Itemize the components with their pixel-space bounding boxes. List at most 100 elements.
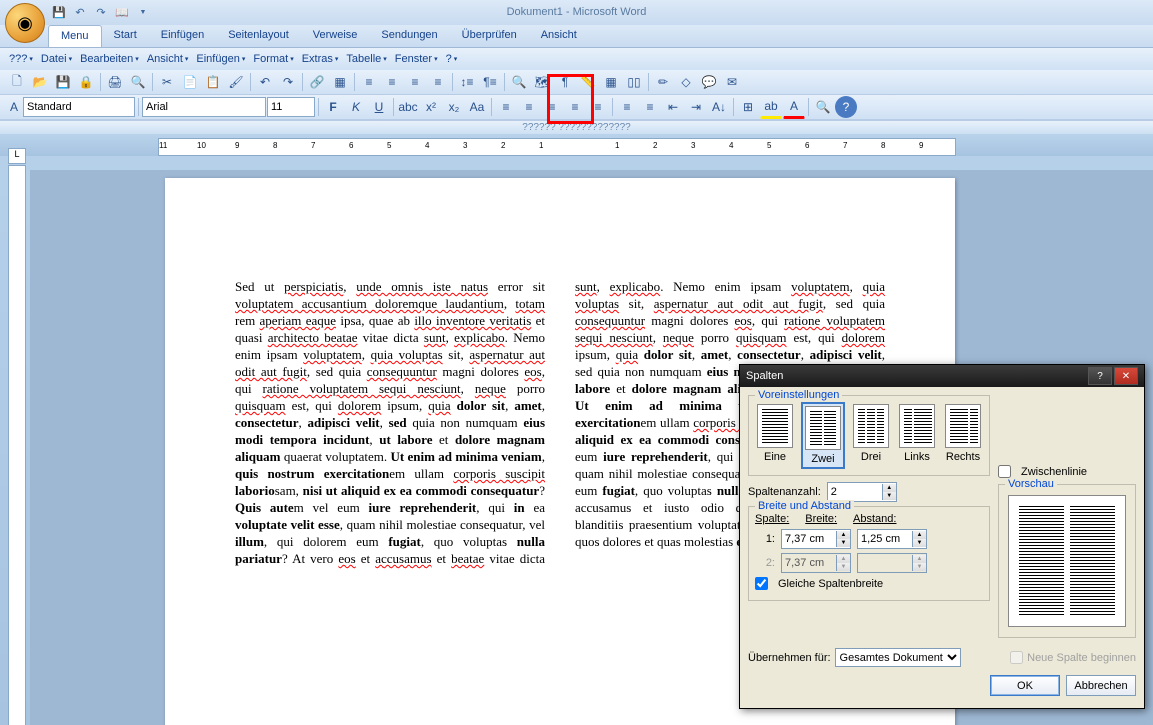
menu-einfügen[interactable]: Einfügen ▾: [193, 52, 248, 66]
menu-fenster[interactable]: Fenster ▾: [392, 52, 441, 66]
preset-rechts[interactable]: Rechts: [943, 402, 983, 469]
column-count-spinner[interactable]: ▲▼: [827, 482, 897, 502]
menu-???[interactable]: ??? ▾: [6, 52, 36, 66]
permissions-icon[interactable]: 🔒: [75, 71, 97, 93]
numbered-list-icon[interactable]: ≡: [616, 96, 638, 118]
horizontal-ruler[interactable]: 1110987654321123456789: [158, 138, 956, 156]
drawing-icon[interactable]: ✏: [652, 71, 674, 93]
distributed-icon[interactable]: ≡: [587, 96, 609, 118]
decrease-indent-icon[interactable]: ⇤: [662, 96, 684, 118]
office-button[interactable]: ◉: [5, 3, 45, 43]
align-right-icon[interactable]: ≡: [541, 96, 563, 118]
help-icon[interactable]: ?: [835, 96, 857, 118]
preset-eine[interactable]: Eine: [755, 402, 795, 469]
columns-icon[interactable]: ▯▯: [623, 71, 645, 93]
table-icon[interactable]: ▦: [329, 71, 351, 93]
superscript-icon[interactable]: x²: [420, 96, 442, 118]
bullet-list-icon[interactable]: ≡: [639, 96, 661, 118]
tab-selector[interactable]: L: [8, 148, 26, 164]
document-map-icon[interactable]: 🗺: [531, 71, 553, 93]
paste-icon[interactable]: 📋: [202, 71, 224, 93]
italic-icon[interactable]: K: [345, 96, 367, 118]
cancel-button[interactable]: Abbrechen: [1066, 675, 1136, 696]
tab-start[interactable]: Start: [102, 25, 149, 47]
align-center-icon[interactable]: ≡: [381, 71, 403, 93]
find-icon[interactable]: 🔍: [812, 96, 834, 118]
save-icon[interactable]: 💾: [50, 4, 68, 22]
tab-einfügen[interactable]: Einfügen: [149, 25, 216, 47]
align-right-icon[interactable]: ≡: [404, 71, 426, 93]
align-left-icon[interactable]: ≡: [358, 71, 380, 93]
copy-icon[interactable]: 📄: [179, 71, 201, 93]
preset-links[interactable]: Links: [897, 402, 937, 469]
gap-spinner[interactable]: ▲▼: [857, 529, 927, 549]
menu-ansicht[interactable]: Ansicht ▾: [144, 52, 192, 66]
menu-datei[interactable]: Datei ▾: [38, 52, 75, 66]
tab-überprüfen[interactable]: Überprüfen: [450, 25, 529, 47]
shapes-icon[interactable]: ◇: [675, 71, 697, 93]
menu-tabelle[interactable]: Tabelle ▾: [343, 52, 389, 66]
width-spinner[interactable]: ▲▼: [781, 529, 851, 549]
subscript-icon[interactable]: x₂: [443, 96, 465, 118]
envelope-icon[interactable]: ✉: [721, 71, 743, 93]
format-painter-icon[interactable]: 🖌: [225, 71, 247, 93]
menu-extras[interactable]: Extras ▾: [299, 52, 342, 66]
underline-icon[interactable]: U: [368, 96, 390, 118]
apply-to-select[interactable]: Gesamtes Dokument: [835, 648, 961, 667]
menu-bearbeiten[interactable]: Bearbeiten ▾: [77, 52, 142, 66]
print-preview-icon[interactable]: 🔍: [127, 71, 149, 93]
change-case-icon[interactable]: Aa: [466, 96, 488, 118]
comment-icon[interactable]: 💬: [698, 71, 720, 93]
justify-icon[interactable]: ≡: [564, 96, 586, 118]
cut-icon[interactable]: ✂: [156, 71, 178, 93]
tab-seitenlayout[interactable]: Seitenlayout: [216, 25, 301, 47]
qat-dropdown-icon[interactable]: ▼: [134, 4, 152, 22]
preset-zwei[interactable]: Zwei: [801, 402, 845, 469]
justify-icon[interactable]: ≡: [427, 71, 449, 93]
equal-width-checkbox[interactable]: [755, 577, 768, 590]
preset-drei[interactable]: Drei: [851, 402, 891, 469]
gridlines-icon[interactable]: ▦: [600, 71, 622, 93]
redo-icon[interactable]: ↷: [92, 4, 110, 22]
font-selector[interactable]: Arial: [142, 97, 266, 117]
align-left-icon[interactable]: ≡: [495, 96, 517, 118]
zoom-icon[interactable]: 🔍: [508, 71, 530, 93]
help-button[interactable]: ?: [1088, 367, 1112, 385]
styles-pane-icon[interactable]: A: [6, 96, 22, 118]
line-between-checkbox[interactable]: [998, 465, 1011, 478]
new-doc-icon[interactable]: 🗋: [6, 71, 28, 93]
style-selector[interactable]: Standard: [23, 97, 135, 117]
close-button[interactable]: ✕: [1114, 367, 1138, 385]
undo-icon[interactable]: ↶: [254, 71, 276, 93]
line-spacing-icon[interactable]: ↕≡: [456, 71, 478, 93]
menu-format[interactable]: Format ▾: [250, 52, 296, 66]
align-center-icon[interactable]: ≡: [518, 96, 540, 118]
font-size-selector[interactable]: 11: [267, 97, 315, 117]
save-icon[interactable]: 💾: [52, 71, 74, 93]
vertical-ruler[interactable]: [8, 165, 26, 725]
ruler-icon[interactable]: 📏: [577, 71, 599, 93]
show-marks-icon[interactable]: ¶: [554, 71, 576, 93]
print-icon[interactable]: 🖨: [104, 71, 126, 93]
tab-ansicht[interactable]: Ansicht: [529, 25, 589, 47]
undo-icon[interactable]: ↶: [71, 4, 89, 22]
redo-icon[interactable]: ↷: [277, 71, 299, 93]
open-icon[interactable]: 📂: [29, 71, 51, 93]
paragraph-spacing-icon[interactable]: ¶≡: [479, 71, 501, 93]
tab-menu[interactable]: Menu: [48, 25, 102, 47]
font-color-icon[interactable]: A: [783, 95, 805, 119]
ok-button[interactable]: OK: [990, 675, 1060, 696]
menu-?[interactable]: ? ▾: [443, 52, 461, 66]
toolbar-row-2: A Standard Arial 11 F K U abc x² x₂ Aa ≡…: [0, 95, 1153, 120]
increase-indent-icon[interactable]: ⇥: [685, 96, 707, 118]
bold-icon[interactable]: F: [322, 96, 344, 118]
sort-icon[interactable]: A↓: [708, 96, 730, 118]
dialog-titlebar[interactable]: Spalten ? ✕: [740, 365, 1144, 387]
tab-sendungen[interactable]: Sendungen: [369, 25, 449, 47]
hyperlink-icon[interactable]: 🔗: [306, 71, 328, 93]
tab-verweise[interactable]: Verweise: [301, 25, 370, 47]
borders-icon[interactable]: ⊞: [737, 96, 759, 118]
book-icon[interactable]: 📖: [113, 4, 131, 22]
strike-icon[interactable]: abc: [397, 96, 419, 118]
highlight-icon[interactable]: ab: [760, 95, 782, 119]
